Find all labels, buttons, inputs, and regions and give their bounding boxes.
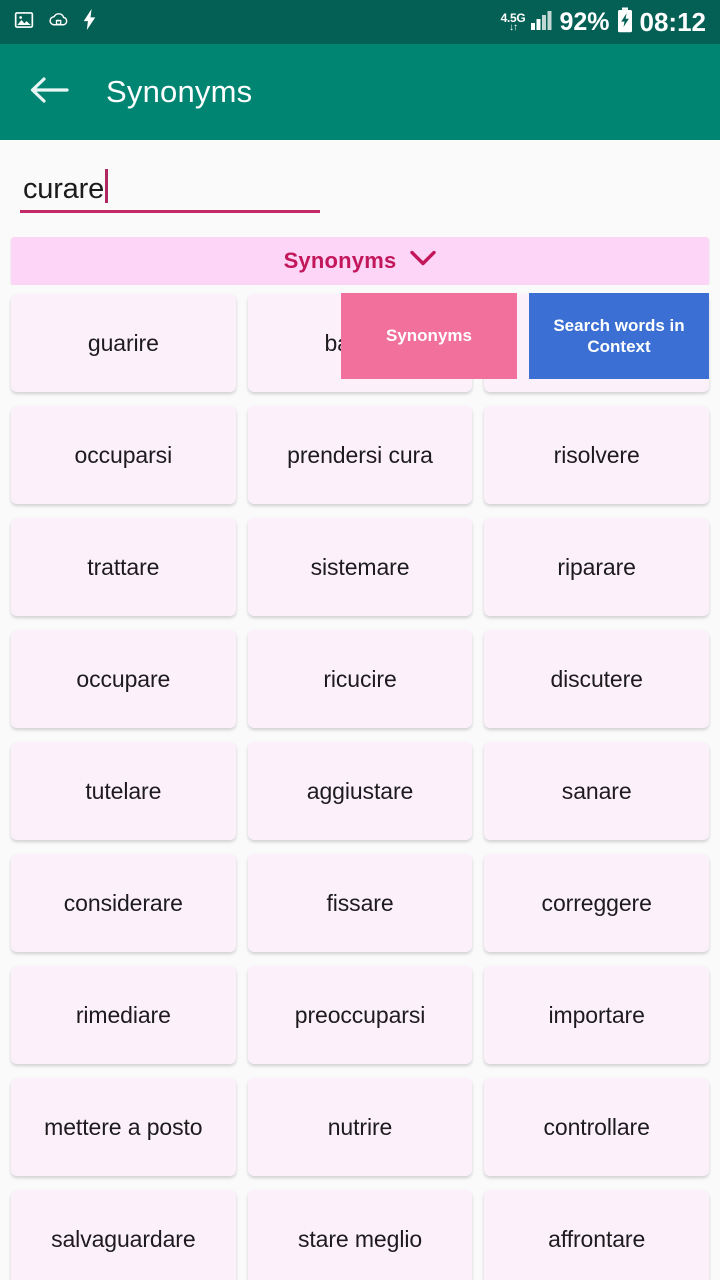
search-words-in-context-button[interactable]: Search words in Context	[529, 293, 709, 379]
synonym-label: ricucire	[323, 665, 397, 692]
category-dropdown[interactable]: Synonyms	[11, 237, 709, 285]
app-bar: Synonyms	[0, 44, 720, 140]
search-row: curare Synonyms Search words in Context	[0, 140, 720, 379]
synonym-card[interactable]: considerare	[11, 854, 236, 952]
status-bar-left-icons	[14, 9, 501, 35]
synonym-label: risolvere	[553, 441, 640, 468]
synonym-label: preoccuparsi	[294, 1001, 426, 1028]
synonym-card[interactable]: controllare	[484, 1078, 709, 1176]
battery-percent-label: 92%	[559, 7, 610, 36]
data-transfer-arrows-icon: ↓↑	[509, 22, 518, 33]
synonym-label: occupare	[76, 665, 171, 692]
synonym-card[interactable]: ricucire	[247, 630, 473, 728]
synonym-label: correggere	[541, 889, 652, 916]
page-title: Synonyms	[106, 74, 253, 109]
synonym-label: rimediare	[75, 1001, 171, 1028]
synonym-card[interactable]: occupare	[11, 630, 236, 728]
synonym-card[interactable]: aggiustare	[247, 742, 473, 840]
synonym-label: sistemare	[310, 553, 410, 580]
search-field-wrapper: curare	[20, 164, 340, 213]
synonym-card[interactable]: rimediare	[11, 966, 236, 1064]
back-button[interactable]	[26, 69, 72, 115]
chevron-down-icon	[410, 250, 437, 272]
synonym-label: importare	[548, 1001, 645, 1028]
signal-bars-icon	[530, 9, 552, 36]
network-type-indicator: 4.5G ↓↑	[501, 12, 526, 33]
flash-icon	[83, 9, 97, 35]
search-input-underline	[20, 210, 320, 213]
synonym-card[interactable]: fissare	[247, 854, 473, 952]
synonym-card[interactable]: preoccuparsi	[247, 966, 473, 1064]
synonyms-button[interactable]: Synonyms	[341, 293, 517, 379]
synonym-label: prendersi cura	[287, 441, 433, 468]
synonym-card[interactable]: nutrire	[247, 1078, 473, 1176]
synonym-card[interactable]: occuparsi	[11, 406, 236, 504]
synonym-card[interactable]: discutere	[484, 630, 709, 728]
search-input[interactable]: curare	[20, 164, 340, 205]
synonym-label: nutrire	[327, 1113, 393, 1140]
text-caret	[105, 169, 108, 203]
synonym-label: guarire	[87, 329, 159, 356]
synonym-card[interactable]: sistemare	[247, 518, 473, 616]
status-bar: 4.5G ↓↑ 92% 08:12	[0, 0, 720, 44]
synonym-card[interactable]: risolvere	[484, 406, 709, 504]
synonym-label: considerare	[63, 889, 183, 916]
category-dropdown-label: Synonyms	[283, 248, 397, 273]
synonym-card[interactable]: sanare	[484, 742, 709, 840]
synonym-card[interactable]: prendersi cura	[247, 406, 473, 504]
synonym-label: stare meglio	[297, 1225, 423, 1252]
synonym-card[interactable]: trattare	[11, 518, 236, 616]
sync-cloud-icon	[48, 10, 69, 34]
clock-label: 08:12	[639, 6, 707, 37]
synonym-card[interactable]: correggere	[484, 854, 709, 952]
synonym-card[interactable]: importare	[484, 966, 709, 1064]
synonym-label: salvaguardare	[51, 1225, 196, 1252]
synonym-card[interactable]: guarire	[11, 294, 236, 392]
synonym-label: trattare	[87, 553, 160, 580]
spinner-wrapper: Synonyms	[0, 237, 720, 285]
synonym-label: occuparsi	[74, 441, 173, 468]
back-arrow-icon	[29, 74, 69, 111]
synonym-card[interactable]: riparare	[484, 518, 709, 616]
synonym-card[interactable]: salvaguardare	[11, 1190, 236, 1280]
synonym-label: discutere	[550, 665, 643, 692]
synonym-label: riparare	[557, 553, 636, 580]
synonym-card[interactable]: mettere a posto	[11, 1078, 236, 1176]
image-icon	[14, 10, 34, 35]
synonym-card[interactable]: tutelare	[11, 742, 236, 840]
battery-charging-icon	[617, 7, 633, 38]
search-input-value: curare	[23, 173, 104, 205]
synonym-label: fissare	[326, 889, 394, 916]
synonym-label: affrontare	[548, 1225, 646, 1252]
synonym-label: controllare	[543, 1113, 650, 1140]
synonym-label: tutelare	[85, 777, 162, 804]
synonym-label: sanare	[561, 777, 632, 804]
synonym-label: aggiustare	[306, 777, 414, 804]
synonym-card[interactable]: stare meglio	[247, 1190, 473, 1280]
synonym-card[interactable]: affrontare	[484, 1190, 709, 1280]
status-bar-right-icons: 4.5G ↓↑ 92% 08:12	[501, 7, 706, 38]
synonyms-grid: guarire badare accudire occuparsi prende…	[0, 285, 720, 1280]
synonym-label: mettere a posto	[44, 1113, 203, 1140]
